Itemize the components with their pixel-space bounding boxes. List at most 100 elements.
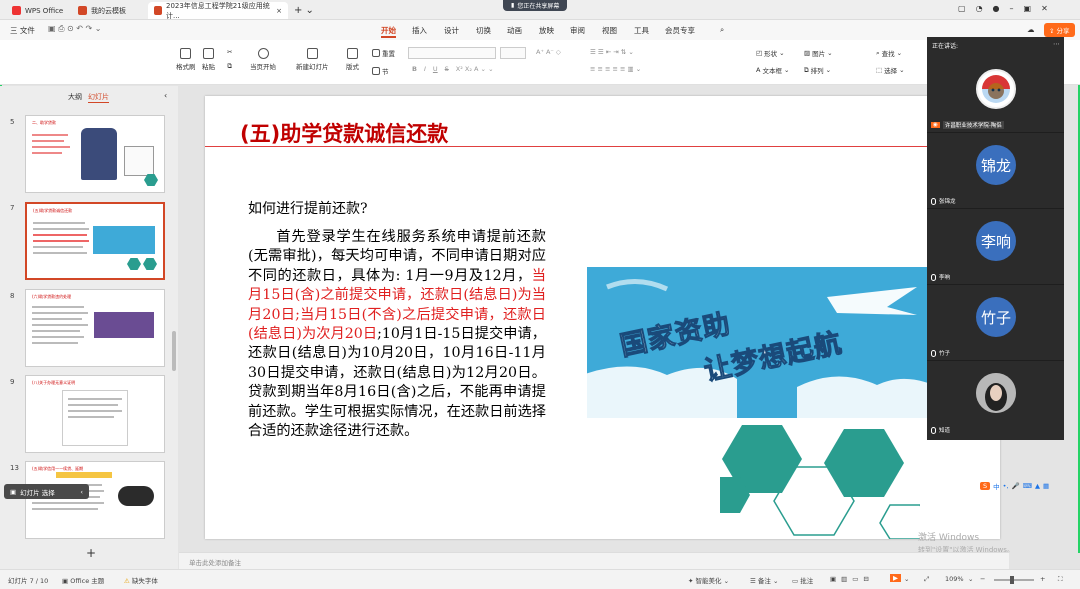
microphone-icon[interactable]: 🎤 [1012, 482, 1020, 490]
arrange-button[interactable]: ⧉ 排列 ⌄ [804, 65, 831, 76]
skin-icon[interactable]: ◔ [976, 4, 983, 13]
tab-design[interactable]: 设计 [444, 25, 459, 36]
zoom-slider-handle[interactable] [1010, 576, 1014, 584]
avatar-icon[interactable]: ● [993, 4, 1000, 13]
share-button[interactable]: ⇪ 分享 [1044, 23, 1075, 37]
zoom-out-button[interactable]: − [980, 575, 985, 583]
slideshow-menu-icon[interactable]: ⌄ [904, 575, 909, 583]
font-size-select[interactable] [500, 47, 526, 59]
ime-mode-icon[interactable]: 中 [993, 481, 1000, 491]
select-button[interactable]: ⬚ 选择 ⌄ [876, 65, 905, 75]
zoom-level[interactable]: 109% [945, 575, 964, 583]
tab-slideshow[interactable]: 放映 [539, 25, 554, 36]
close-window-icon[interactable]: ✕ [1041, 4, 1048, 13]
slide-thumbnail-5[interactable]: 二、助学贷款 [25, 115, 165, 193]
picture-button[interactable]: ▨ 图片 ⌄ [804, 48, 833, 58]
font-name-select[interactable] [408, 47, 496, 59]
section-icon [372, 67, 380, 75]
view-mode-buttons[interactable]: ▣▥▭⊟ [830, 575, 874, 583]
minimize-icon[interactable]: – [1010, 4, 1014, 13]
paragraph-list-group[interactable]: ☰ ☰ ⇤ ⇥ ⇅ ⌄ [590, 48, 634, 56]
punctuation-icon[interactable]: •, [1003, 482, 1009, 490]
new-slide-button[interactable]: 新建幻灯片 [296, 48, 329, 71]
participant-tile[interactable]: 李响 李响 [927, 209, 1064, 285]
slide-question[interactable]: 如何进行提前还款? [248, 198, 368, 218]
smart-beautify-button[interactable]: ✦ 智能美化 ⌄ [688, 575, 729, 585]
keyboard-icon[interactable]: ⌨ [1023, 482, 1032, 490]
tab-insert[interactable]: 插入 [412, 25, 427, 36]
cloud-sync-icon[interactable]: ☁ [1027, 25, 1035, 34]
thumb-title: (八)关于办理无意义证明 [32, 380, 76, 385]
maximize-icon[interactable]: ▣ [1024, 4, 1032, 13]
tab-home[interactable]: 开始 [381, 25, 396, 38]
slides-tab[interactable]: 幻灯片 [88, 92, 109, 103]
ribbon-tabs: 三 文件 ▣ ⎙ ⊙ ↶ ↷ ⌄ 开始 插入 设计 切换 动画 放映 审阅 视图… [0, 20, 1080, 40]
slide-thumbnail-8[interactable]: (六)助学贷款违约处理 [25, 289, 165, 367]
file-menu[interactable]: 三 文件 [10, 25, 35, 36]
paste-button[interactable]: 粘贴 [202, 48, 215, 71]
layout-button[interactable]: 版式 [346, 48, 359, 71]
tab-animation[interactable]: 动画 [507, 25, 522, 36]
comments-toggle[interactable]: ▭ 批注 [792, 575, 813, 585]
slide-thumbnail-9[interactable]: (八)关于办理无意义证明 [25, 375, 165, 453]
zoom-slider[interactable] [994, 576, 1034, 584]
close-tab-icon[interactable]: × [276, 7, 282, 15]
fit-screen-icon[interactable]: ⤢ [924, 575, 929, 584]
quick-access-icons[interactable]: ▣ ⎙ ⊙ ↶ ↷ ⌄ [48, 24, 102, 34]
tab-transition[interactable]: 切换 [476, 25, 491, 36]
participant-tile[interactable]: 竹子 竹子 [927, 285, 1064, 361]
fullscreen-icon[interactable]: ⛶ [1058, 575, 1063, 584]
tab-member[interactable]: 会员专享 [665, 25, 695, 36]
participant-tile[interactable]: ◉ 许昌职业技术学院-陶侣 [927, 57, 1064, 133]
apps-icon[interactable]: ▦ [1043, 482, 1049, 490]
find-button[interactable]: ⌕ 查找 ⌄ [876, 48, 902, 59]
tab-tools[interactable]: 工具 [634, 25, 649, 36]
zoom-dropdown-icon[interactable]: ⌄ [968, 575, 973, 583]
sogou-ime-icon[interactable]: S [980, 481, 991, 490]
tab-presentation[interactable]: 2023年信息工程学院21级应用统计... × [148, 2, 288, 20]
slideshow-play-button[interactable]: ▶ [890, 574, 901, 582]
shape-button[interactable]: ◰ 形状 ⌄ [756, 48, 785, 58]
slide-title[interactable]: (五)助学贷款诚信还款 [240, 118, 448, 148]
theme-indicator[interactable]: ▣ Office 主题 [62, 575, 104, 585]
tab-wps-office[interactable]: WPS Office [6, 2, 69, 19]
scissors-icon[interactable]: ✂ [227, 48, 232, 56]
photo-avatar-icon [976, 373, 1016, 413]
tab-review[interactable]: 审阅 [570, 25, 585, 36]
layout-icon[interactable]: ▢ [958, 4, 966, 13]
search-icon[interactable]: ⌕ [720, 25, 724, 35]
notes-toggle[interactable]: ☰ 备注 ⌄ [750, 575, 778, 585]
font-style-group[interactable]: B I U S X² X₂ A ⌄ ⌄ [412, 65, 494, 73]
tab-cloud-templates[interactable]: 我的云模板 [72, 2, 132, 19]
reset-button[interactable]: 重置 [372, 48, 395, 58]
textbox-button[interactable]: A 文本框 ⌄ [756, 65, 789, 75]
missing-font-button[interactable]: ⚠ 缺失字体 [124, 575, 158, 585]
tab-view[interactable]: 视图 [602, 25, 617, 36]
slide-thumbnail-7[interactable]: (五)助学贷款诚信还款 [25, 202, 165, 280]
ime-toolbar[interactable]: S 中 •, 🎤 ⌨ ▲ ▦ [980, 478, 1049, 493]
font-size-adjust[interactable]: A⁺ A⁻ ◇ [536, 48, 561, 56]
notes-pane[interactable]: 单击此处添加备注 [179, 552, 1009, 569]
copy-icon[interactable]: ⧉ [227, 62, 232, 71]
new-tab-button[interactable]: + ⌄ [288, 2, 320, 19]
status-bar: 幻灯片 7 / 10 ▣ Office 主题 ⚠ 缺失字体 ✦ 智能美化 ⌄ ☰… [0, 569, 1080, 589]
slide-body[interactable]: 首先登录学生在线服务系统申请提前还款(无需审批)，每天均可申请，不同申请日期对应… [248, 228, 546, 441]
zoom-in-button[interactable]: + [1040, 575, 1045, 583]
format-painter-button[interactable]: 格式刷 [176, 48, 196, 71]
slide-thumbnail-13[interactable]: (五)助学信用——续贷、延期 [25, 461, 165, 539]
outline-tab[interactable]: 大纲 [68, 92, 82, 102]
add-slide-button[interactable]: + [86, 546, 96, 560]
pill-arrow-icon: ‹ [80, 487, 83, 496]
skin-shirt-icon[interactable]: ▲ [1035, 482, 1040, 490]
collapse-panel-icon[interactable]: ‹ [164, 91, 167, 100]
paragraph-align-group[interactable]: ≡ ≡ ≡ ≡ ≡ ▥ ⌄ [590, 65, 641, 73]
play-from-current-button[interactable]: 当页开始 [250, 48, 276, 71]
selection-pill[interactable]: ▣ 幻灯片 选择 ‹ [4, 484, 89, 499]
sidebar-scrollbar[interactable] [172, 331, 176, 371]
section-button[interactable]: 节 [372, 66, 389, 76]
participant-tile[interactable]: 锦龙 张锦龙 [927, 133, 1064, 209]
participant-name: 张锦龙 [931, 197, 956, 205]
panel-options-icon[interactable]: ⋯ [1053, 40, 1060, 48]
participant-tile[interactable]: 知道 [927, 361, 1064, 437]
cut-copy-group[interactable]: ✂ ⧉ [227, 48, 232, 71]
